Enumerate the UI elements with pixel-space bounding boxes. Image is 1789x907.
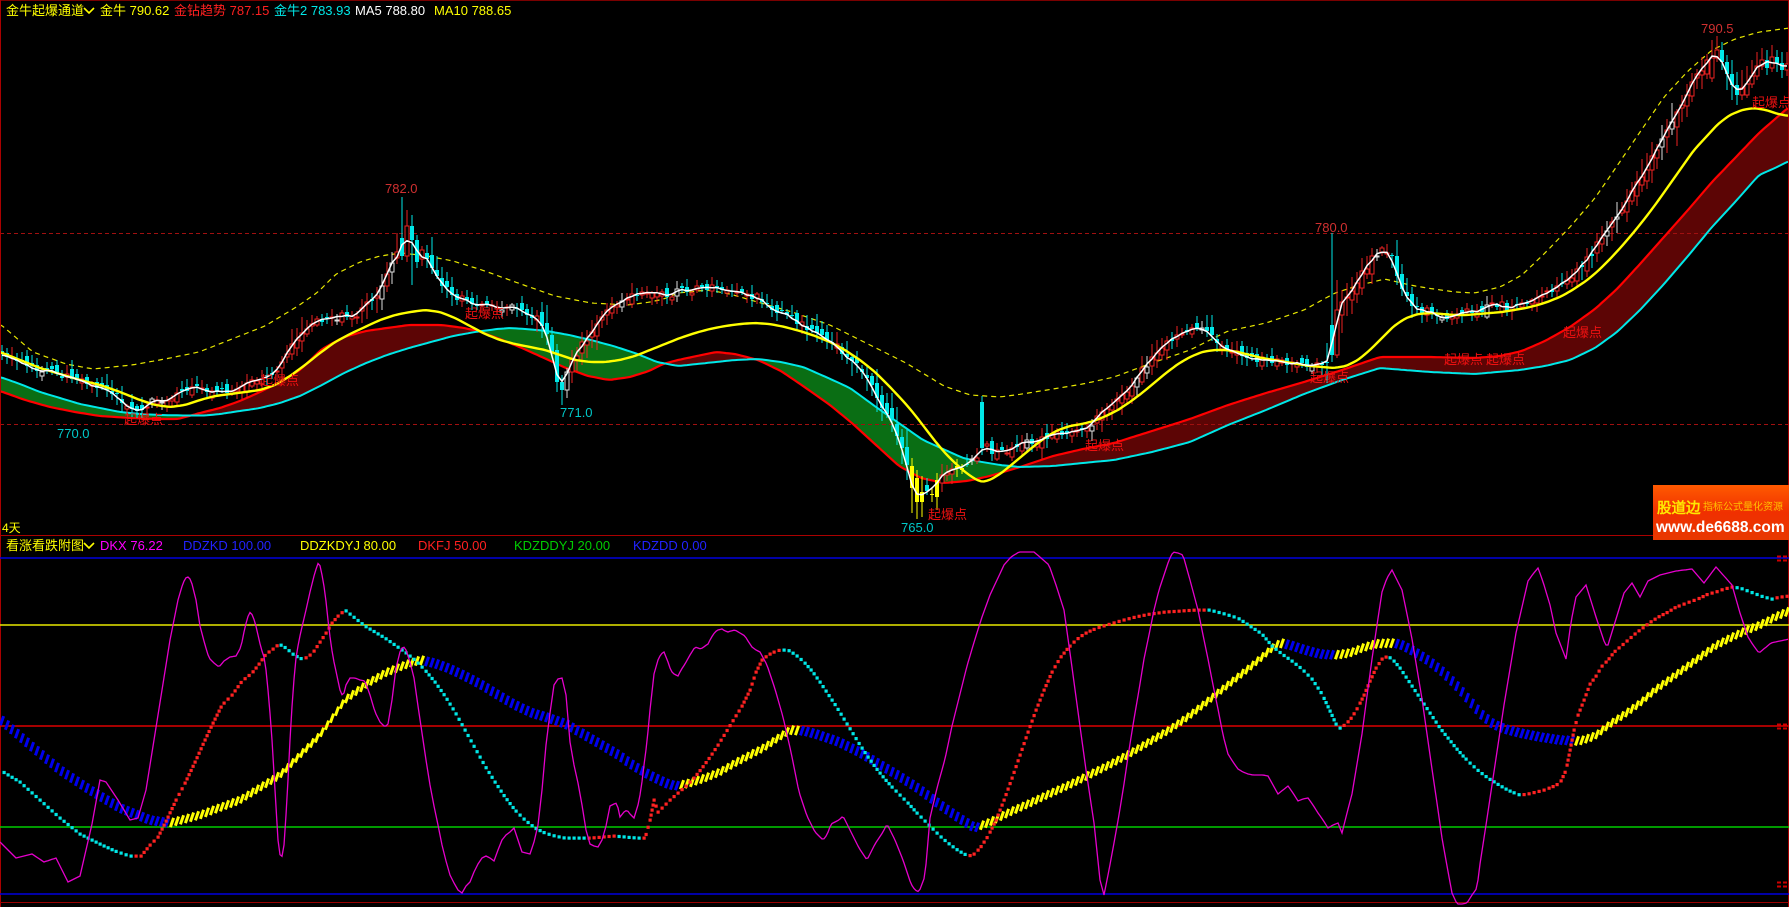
svg-text:起爆点: 起爆点: [1085, 438, 1124, 453]
svg-text:看涨看跌附图: 看涨看跌附图: [6, 538, 84, 553]
svg-text:指标公式量化资源: 指标公式量化资源: [1703, 500, 1783, 513]
svg-text:770.0: 770.0: [57, 426, 90, 441]
svg-text:起爆点: 起爆点: [928, 507, 967, 522]
svg-text:DDZKDYJ 80.00: DDZKDYJ 80.00: [300, 538, 396, 553]
svg-text:771.0: 771.0: [560, 405, 593, 420]
svg-text:782.0: 782.0: [385, 181, 418, 196]
svg-text:780.0: 780.0: [1315, 220, 1348, 235]
svg-text:金牛2 783.93: 金牛2 783.93: [274, 3, 351, 18]
svg-text:金牛 790.62: 金牛 790.62: [100, 3, 169, 18]
svg-text:DKX 76.22: DKX 76.22: [100, 538, 163, 553]
svg-text:MA5 788.80: MA5 788.80: [355, 3, 425, 18]
svg-text:790.5: 790.5: [1701, 21, 1734, 36]
svg-text:股道边: 股道边: [1657, 499, 1701, 517]
svg-text:起爆点: 起爆点: [1444, 352, 1483, 367]
svg-text:起爆点: 起爆点: [260, 373, 299, 388]
svg-text:765.0: 765.0: [901, 520, 934, 535]
svg-text:金牛起爆通道: 金牛起爆通道: [6, 3, 84, 18]
svg-text:MA10 788.65: MA10 788.65: [434, 3, 511, 18]
svg-text:KDZDDYJ 20.00: KDZDDYJ 20.00: [514, 538, 610, 553]
svg-text:KDZDD 0.00: KDZDD 0.00: [633, 538, 707, 553]
svg-text:www.de6688.com: www.de6688.com: [1655, 519, 1785, 536]
svg-text:4天: 4天: [2, 521, 21, 535]
svg-text:起爆点: 起爆点: [1752, 95, 1789, 110]
svg-text:金钻趋势 787.15: 金钻趋势 787.15: [174, 3, 269, 18]
svg-text:起爆点: 起爆点: [1563, 325, 1602, 340]
svg-text:起爆点: 起爆点: [465, 306, 504, 321]
svg-text:DKFJ 50.00: DKFJ 50.00: [418, 538, 487, 553]
svg-text:起爆点: 起爆点: [124, 412, 163, 427]
svg-text:DDZKD 100.00: DDZKD 100.00: [183, 538, 271, 553]
svg-text:起爆点: 起爆点: [1310, 370, 1349, 385]
svg-text:起爆点: 起爆点: [1486, 352, 1525, 367]
